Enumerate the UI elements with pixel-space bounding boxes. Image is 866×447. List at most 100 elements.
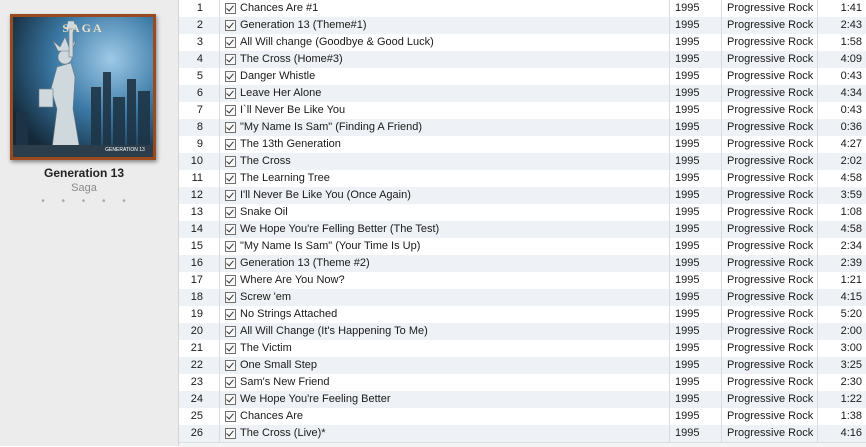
track-row[interactable]: 11 The Learning Tree 1995 Progressive Rock 4… [179,170,866,187]
track-row[interactable]: 10 The Cross 1995 Progressive Rock 2:02 [179,153,866,170]
track-row[interactable]: 25 Chances Are 1995 Progressive Rock 1:38 [179,408,866,425]
track-name-cell[interactable]: Chances Are [220,408,670,425]
track-name-cell[interactable]: One Small Step [220,357,670,374]
track-name-cell[interactable]: The Victim [220,340,670,357]
album-title: Generation 13 [43,166,125,180]
album-artist[interactable]: Saga [0,182,168,194]
track-checkbox[interactable] [225,275,236,286]
track-row[interactable]: 16 Generation 13 (Theme #2) 1995 Progressiv… [179,255,866,272]
track-row[interactable]: 22 One Small Step 1995 Progressive Rock 3:25 [179,357,866,374]
track-name-cell[interactable]: The Cross [220,153,670,170]
track-checkbox[interactable] [225,292,236,303]
track-time: 2:30 [840,376,862,388]
track-checkbox[interactable] [225,394,236,405]
track-name-cell[interactable]: All Will change (Goodbye & Good Luck) [220,34,670,51]
track-row[interactable]: 14 We Hope You're Felling Better (The Tes… [179,221,866,238]
track-checkbox[interactable] [225,326,236,337]
track-name-cell[interactable]: I`ll Never Be Like You [220,102,670,119]
track-name-cell[interactable]: No Strings Attached [220,306,670,323]
track-checkbox[interactable] [225,343,236,354]
track-row[interactable]: 4 The Cross (Home#3) 1995 Progressive Rock 4… [179,51,866,68]
track-checkbox[interactable] [225,258,236,269]
track-name-cell[interactable]: Leave Her Alone [220,85,670,102]
track-checkbox[interactable] [225,37,236,48]
track-checkbox[interactable] [225,139,236,150]
track-time: 2:34 [840,240,862,252]
track-name: We Hope You're Felling Better (The Test) [240,223,440,235]
track-row[interactable]: 15 "My Name Is Sam" (Your Time Is Up) 1995… [179,238,866,255]
track-checkbox[interactable] [225,71,236,82]
track-name-cell[interactable]: Sam's New Friend [220,374,670,391]
track-row[interactable]: 24 We Hope You're Feeling Better 1995 Progr… [179,391,866,408]
track-checkbox[interactable] [225,207,236,218]
track-checkbox[interactable] [225,360,236,371]
track-number: 4 [179,51,220,68]
track-name: Screw 'em [240,291,291,303]
track-name-cell[interactable]: All Will Change (It's Happening To Me) [220,323,670,340]
track-year: 1995 [670,187,722,204]
track-row[interactable]: 8 "My Name Is Sam" (Finding A Friend) 1995… [179,119,866,136]
track-row[interactable]: 5 Danger Whistle 1995 Progressive Rock 0:43 [179,68,866,85]
track-genre: Progressive Rock [722,323,818,340]
track-checkbox[interactable] [225,241,236,252]
track-row[interactable]: 23 Sam's New Friend 1995 Progressive Rock 2:… [179,374,866,391]
track-checkbox[interactable] [225,173,236,184]
track-time: 1:41 [840,2,862,14]
track-name: Where Are You Now? [240,274,345,286]
track-row[interactable]: 26 The Cross (Live)* 1995 Progressive Rock 4… [179,425,866,442]
track-checkbox[interactable] [225,309,236,320]
track-row[interactable]: 13 Snake Oil 1995 Progressive Rock 1:08 [179,204,866,221]
track-name-cell[interactable]: Generation 13 (Theme#1) [220,17,670,34]
track-name-cell[interactable]: Danger Whistle [220,68,670,85]
track-number: 23 [179,374,220,391]
track-row[interactable]: 21 The Victim 1995 Progressive Rock 3:00 [179,340,866,357]
track-checkbox[interactable] [225,428,236,439]
track-list: 1 Chances Are #1 1995 Progressive Rock 1:41 2… [179,0,866,442]
track-row[interactable]: 17 Where Are You Now? 1995 Progressive Rock… [179,272,866,289]
track-row[interactable]: 7 I`ll Never Be Like You 1995 Progressive R… [179,102,866,119]
track-name: I`ll Never Be Like You [240,104,346,116]
track-name-cell[interactable]: The Cross (Home#3) [220,51,670,68]
track-row[interactable]: 2 Generation 13 (Theme#1) 1995 Progressive … [179,17,866,34]
track-checkbox[interactable] [225,54,236,65]
track-name-cell[interactable]: Chances Are #1 [220,0,670,17]
track-genre: Progressive Rock [722,374,818,391]
track-checkbox[interactable] [225,190,236,201]
track-name-cell[interactable]: The Learning Tree [220,170,670,187]
album-rating[interactable]: • • • • • [0,196,168,207]
track-name-cell[interactable]: "My Name Is Sam" (Finding A Friend) [220,119,670,136]
track-name-cell[interactable]: Where Are You Now? [220,272,670,289]
track-checkbox[interactable] [225,411,236,422]
track-time: 0:36 [840,121,862,133]
track-row[interactable]: 9 The 13th Generation 1995 Progressive Rock… [179,136,866,153]
track-row[interactable]: 19 No Strings Attached 1995 Progressive Roc… [179,306,866,323]
track-checkbox[interactable] [225,377,236,388]
track-row[interactable]: 1 Chances Are #1 1995 Progressive Rock 1:41 [179,0,866,17]
track-row[interactable]: 6 Leave Her Alone 1995 Progressive Rock 4:34 [179,85,866,102]
track-name-cell[interactable]: The Cross (Live)* [220,425,670,442]
track-checkbox[interactable] [225,224,236,235]
album-artwork[interactable]: SAGA GENERATION 13 [10,14,156,160]
track-checkbox[interactable] [225,3,236,14]
track-name-cell[interactable]: Snake Oil [220,204,670,221]
track-checkbox[interactable] [225,20,236,31]
track-row[interactable]: 20 All Will Change (It's Happening To Me)… [179,323,866,340]
track-name-cell[interactable]: We Hope You're Feeling Better [220,391,670,408]
track-time: 4:58 [840,223,862,235]
track-checkbox[interactable] [225,122,236,133]
track-name-cell[interactable]: "My Name Is Sam" (Your Time Is Up) [220,238,670,255]
track-name-cell[interactable]: We Hope You're Felling Better (The Test) [220,221,670,238]
track-name: The Learning Tree [240,172,330,184]
track-checkbox[interactable] [225,105,236,116]
track-row[interactable]: 12 I'll Never Be Like You (Once Again) 199… [179,187,866,204]
track-name-cell[interactable]: I'll Never Be Like You (Once Again) [220,187,670,204]
track-name-cell[interactable]: Generation 13 (Theme #2) [220,255,670,272]
track-row[interactable]: 18 Screw 'em 1995 Progressive Rock 4:15 [179,289,866,306]
track-genre: Progressive Rock [722,272,818,289]
track-checkbox[interactable] [225,156,236,167]
track-checkbox[interactable] [225,88,236,99]
track-name-cell[interactable]: Screw 'em [220,289,670,306]
track-name-cell[interactable]: The 13th Generation [220,136,670,153]
track-name: Chances Are [240,410,303,422]
track-row[interactable]: 3 All Will change (Goodbye & Good Luck) 19… [179,34,866,51]
